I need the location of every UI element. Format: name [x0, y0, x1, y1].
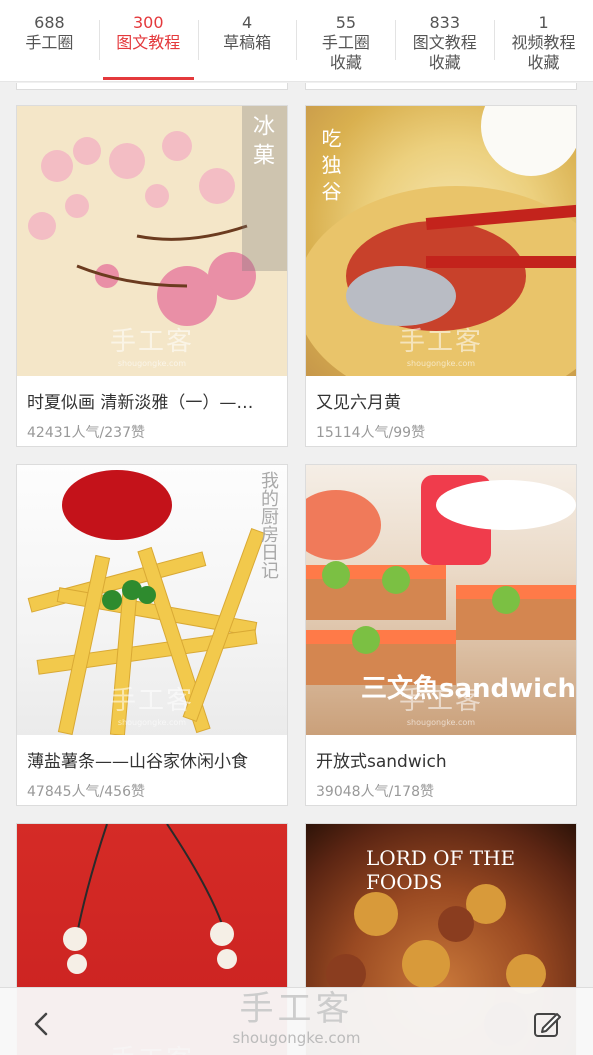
- brand-watermark: 手工客 shougongke.com: [0, 988, 593, 1046]
- tab-count: 833: [429, 13, 460, 32]
- watermark-url: shougongke.com: [406, 359, 476, 368]
- tab-tutorial-favorites[interactable]: 833 图文教程 收藏: [395, 0, 494, 81]
- tutorial-card[interactable]: 三文魚sandwich 手工客 shougongke.com 开放式sandwi…: [305, 464, 577, 806]
- watermark-logo: 手工客: [398, 686, 483, 716]
- watermark-logo: 手工客: [398, 327, 483, 357]
- tab-label: 收藏: [527, 53, 560, 72]
- card-stub: [16, 83, 288, 90]
- cover-overlay-text: LORD OF THE FOODS: [366, 846, 516, 894]
- tutorial-title[interactable]: 时夏似画 清新淡雅（一）—…: [17, 376, 287, 416]
- tutorial-stats: 42431人气/237赞: [27, 425, 145, 441]
- watermark-url: shougongke.com: [117, 359, 187, 368]
- tutorial-card[interactable]: 吃 独 谷 手工客 shougongke.com 又见六月黄 15114人气/9…: [305, 105, 577, 447]
- tab-count: 300: [132, 13, 164, 32]
- tab-label: 收藏: [329, 53, 362, 72]
- tutorial-stats: 39048人气/178赞: [316, 784, 434, 800]
- brand-name: 手工客: [239, 989, 354, 1029]
- tab-drafts[interactable]: 4 草稿箱: [197, 0, 297, 81]
- watermark-logo: 手工客: [109, 327, 194, 357]
- tab-count: 1: [538, 13, 549, 32]
- tab-handcraft-circle[interactable]: 688 手工圈: [0, 0, 99, 81]
- card-stub: [305, 83, 577, 90]
- tutorial-stats: 47845人气/456赞: [27, 784, 145, 800]
- cover-overlay-text: 吃 独 谷: [318, 128, 342, 201]
- tutorial-cover-image: 三文魚sandwich 手工客 shougongke.com: [306, 465, 576, 735]
- tab-count: 688: [34, 13, 65, 32]
- tutorial-cover-image: 我的厨房日记 手工客 shougongke.com: [17, 465, 287, 735]
- watermark-url: shougongke.com: [406, 718, 476, 727]
- tutorial-title[interactable]: 薄盐薯条——山谷家休闲小食: [17, 735, 287, 775]
- tab-label: 图文教程: [412, 33, 477, 52]
- edit-button[interactable]: [529, 1006, 565, 1042]
- tutorial-cover-image: 冰 菓 手工客 shougongke.com: [17, 106, 287, 376]
- cover-overlay-text: 冰 菓: [249, 114, 274, 165]
- tutorial-title[interactable]: 开放式sandwich: [306, 735, 576, 775]
- tutorial-cover-image: 吃 独 谷 手工客 shougongke.com: [306, 106, 576, 376]
- tab-tutorials[interactable]: 300 图文教程: [98, 0, 198, 81]
- tab-count: 4: [241, 13, 253, 32]
- tutorial-card[interactable]: 我的厨房日记 手工客 shougongke.com 薄盐薯条——山谷家休闲小食 …: [16, 464, 288, 806]
- tab-label: 草稿箱: [223, 33, 272, 52]
- tab-count: 55: [335, 13, 357, 32]
- tutorial-card[interactable]: 冰 菓 手工客 shougongke.com 时夏似画 清新淡雅（一）—… 42…: [16, 105, 288, 447]
- brand-url: shougongke.com: [232, 1029, 361, 1047]
- tab-label: 手工圈: [321, 33, 370, 52]
- tab-video-favorites[interactable]: 1 视频教程 收藏: [494, 0, 593, 81]
- tab-label: 图文教程: [116, 33, 181, 52]
- bottom-toolbar: 手工客 shougongke.com: [0, 987, 593, 1055]
- tab-label: 手工圈: [25, 33, 74, 52]
- tab-label: 收藏: [428, 53, 461, 72]
- profile-tabs: 688 手工圈 300 图文教程 4 草稿箱 55 手工圈 收藏 833 图文教…: [0, 0, 593, 82]
- tutorial-feed[interactable]: 冰 菓 手工客 shougongke.com 时夏似画 清新淡雅（一）—… 42…: [0, 83, 593, 1055]
- tab-label: 视频教程: [511, 33, 576, 52]
- tab-circle-favorites[interactable]: 55 手工圈 收藏: [296, 0, 395, 81]
- cover-overlay-text: 我的厨房日记: [258, 471, 279, 579]
- edit-icon: [534, 1013, 561, 1037]
- watermark-logo: 手工客: [109, 686, 194, 716]
- tutorial-stats: 15114人气/99赞: [316, 425, 426, 441]
- watermark-url: shougongke.com: [117, 718, 187, 727]
- tutorial-title[interactable]: 又见六月黄: [306, 376, 576, 416]
